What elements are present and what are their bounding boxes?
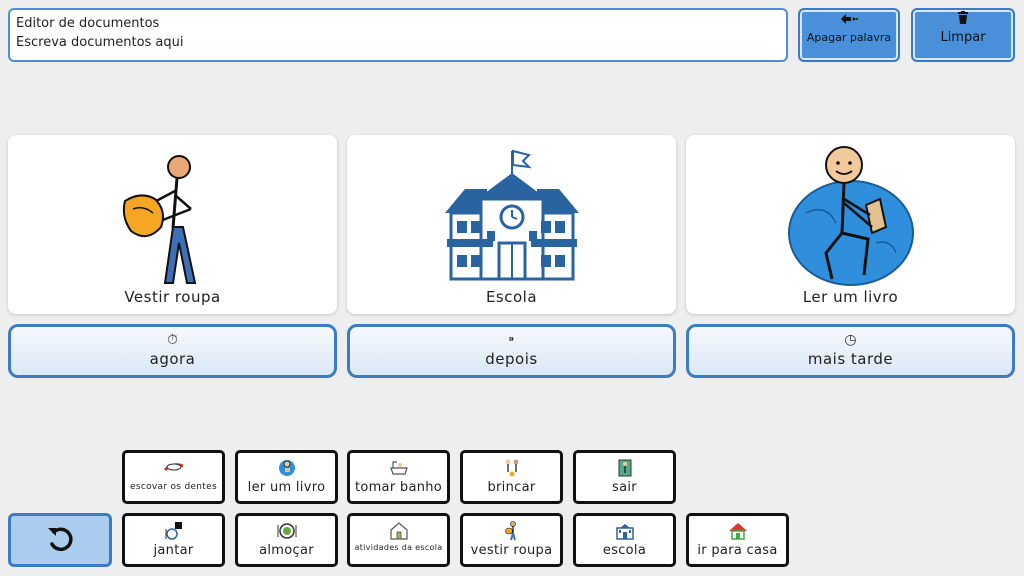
clear-button[interactable]: Limpar xyxy=(911,8,1015,62)
time-button-mais-tarde[interactable]: ◷ mais tarde xyxy=(686,324,1015,378)
tile-ir-para-casa[interactable]: ir para casa xyxy=(686,513,789,567)
tile-label: escovar os dentes xyxy=(130,482,217,492)
tile-label: jantar xyxy=(153,543,194,558)
time-label: mais tarde xyxy=(807,350,894,368)
dinner-icon xyxy=(163,521,185,541)
bathtub-icon xyxy=(388,458,410,478)
lunch-icon xyxy=(276,521,298,541)
schedule-card-escola[interactable]: Escola xyxy=(347,135,676,314)
backspace-arrow-icon xyxy=(800,10,898,30)
editor-placeholder: Escreva documentos aqui xyxy=(16,35,184,50)
time-button-depois[interactable]: ⁍ depois xyxy=(347,324,676,378)
house-icon xyxy=(727,521,749,541)
tile-tomar-banho[interactable]: tomar banho xyxy=(347,450,450,504)
tile-escovar-os-dentes[interactable]: escovar os dentes xyxy=(122,450,225,504)
next-arrow-icon: ⁍ xyxy=(508,332,515,348)
school-activities-icon xyxy=(388,521,410,541)
clear-label: Limpar xyxy=(940,30,986,45)
schedule-card-vestir-roupa[interactable]: Vestir roupa xyxy=(8,135,337,314)
dressing-icon xyxy=(501,521,523,541)
card-label: Vestir roupa xyxy=(124,288,221,306)
tile-brincar[interactable]: brincar xyxy=(460,450,563,504)
school-icon xyxy=(614,521,636,541)
person-reading-icon xyxy=(686,143,1015,293)
undo-button[interactable] xyxy=(8,513,112,567)
tile-label: escola xyxy=(602,543,647,558)
tile-label: atividades da escola xyxy=(354,543,443,552)
tile-atividades-da-escola[interactable]: atividades da escola xyxy=(347,513,450,567)
door-exit-icon xyxy=(614,458,636,478)
trash-icon xyxy=(913,10,1013,30)
tile-ler-um-livro[interactable]: ler um livro xyxy=(235,450,338,504)
editor-title: Editor de documentos xyxy=(16,16,160,31)
school-building-icon xyxy=(347,143,676,293)
tile-escola[interactable]: escola xyxy=(573,513,676,567)
time-button-agora[interactable]: ⏱ agora xyxy=(8,324,337,378)
clock-icon: ◷ xyxy=(844,332,857,348)
stopwatch-icon: ⏱ xyxy=(167,332,178,348)
tile-almocar[interactable]: almoçar xyxy=(235,513,338,567)
tile-label: ler um livro xyxy=(247,480,326,495)
tile-sair[interactable]: sair xyxy=(573,450,676,504)
tile-label: ir para casa xyxy=(697,543,778,558)
tile-label: sair xyxy=(612,480,637,495)
card-label: Ler um livro xyxy=(802,288,899,306)
delete-word-label: Apagar palavra xyxy=(806,31,892,44)
toothbrush-icon xyxy=(163,458,185,478)
tile-vestir-roupa[interactable]: vestir roupa xyxy=(460,513,563,567)
tile-label: brincar xyxy=(487,480,536,495)
tile-label: tomar banho xyxy=(354,480,443,495)
children-playing-icon xyxy=(501,458,523,478)
reading-icon xyxy=(276,458,298,478)
document-editor[interactable]: Editor de documentos Escreva documentos … xyxy=(8,8,788,62)
tile-label: vestir roupa xyxy=(470,543,553,558)
time-label: depois xyxy=(485,350,538,368)
undo-icon xyxy=(46,524,74,556)
tile-label: almoçar xyxy=(259,543,314,558)
tile-jantar[interactable]: jantar xyxy=(122,513,225,567)
delete-word-button[interactable]: Apagar palavra xyxy=(798,8,900,62)
person-dressing-icon xyxy=(8,143,337,293)
schedule-card-ler-um-livro[interactable]: Ler um livro xyxy=(686,135,1015,314)
time-label: agora xyxy=(149,350,196,368)
card-label: Escola xyxy=(485,288,538,306)
